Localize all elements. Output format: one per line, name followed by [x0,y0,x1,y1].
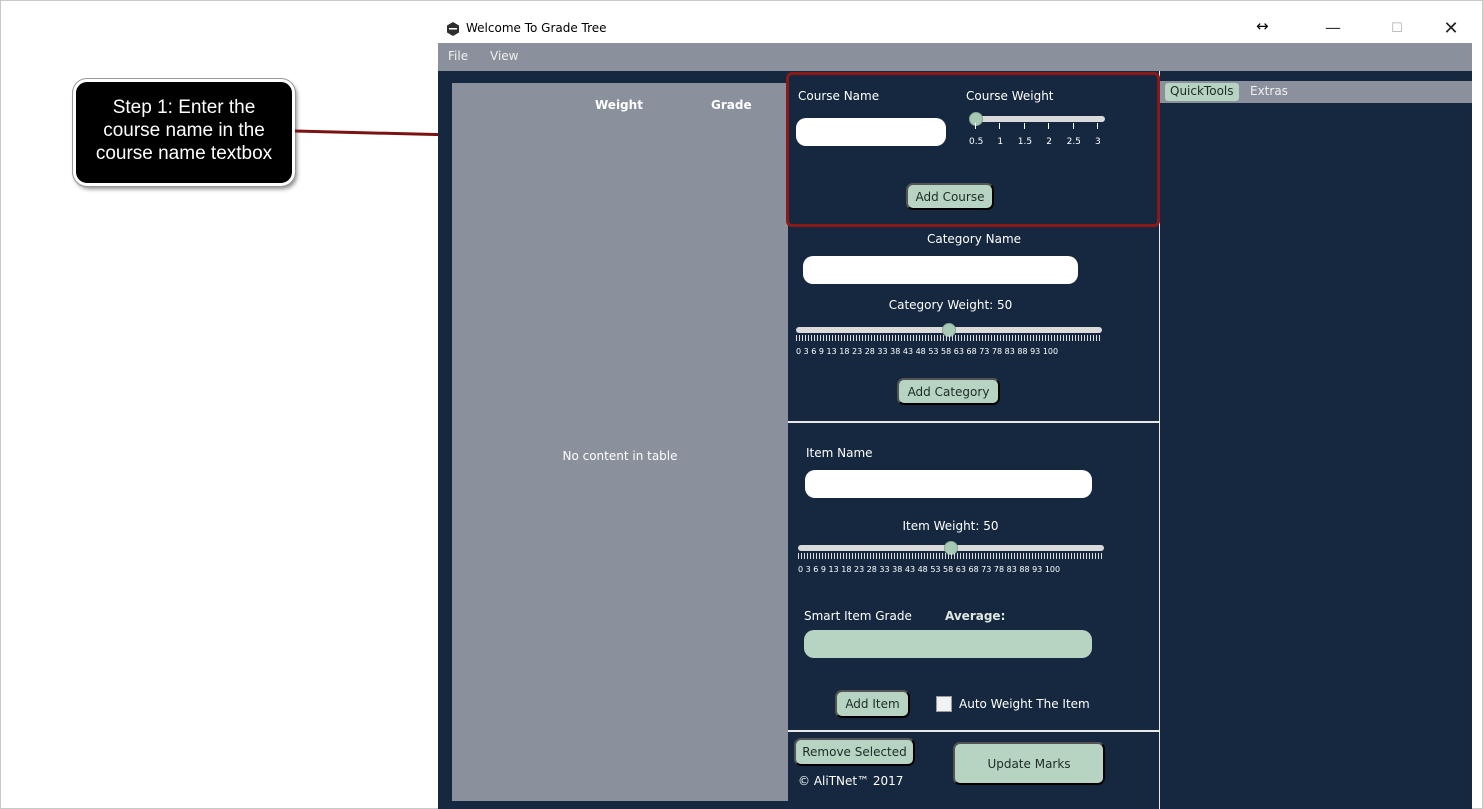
add-category-button[interactable]: Add Category [897,378,1000,405]
footer-panel: Remove Selected Update Marks © AliTNet™ … [788,732,1160,809]
item-name-label: Item Name [806,446,873,460]
item-weight-ticks [798,553,1104,559]
screenshot: Step 1: Enter the course name in the cou… [0,0,1483,809]
item-weight-tick-labels: 0 3 6 9 13 18 23 28 33 38 43 48 53 58 63… [798,565,1061,574]
update-marks-button[interactable]: Update Marks [953,742,1105,785]
auto-weight-checkbox[interactable] [936,696,952,712]
add-item-button[interactable]: Add Item [835,690,910,718]
category-weight-ticks [796,335,1102,341]
auto-weight-label: Auto Weight The Item [959,697,1090,711]
tab-quicktools[interactable]: QuickTools [1165,83,1239,101]
window-title: Welcome To Grade Tree [466,21,607,35]
callout-line-3: course name textbox [95,143,273,164]
column-grade[interactable]: Grade [711,98,752,112]
column-weight[interactable]: Weight [595,98,643,112]
app-logo-icon [447,22,459,36]
highlight-box [786,72,1160,227]
category-name-input[interactable] [803,256,1078,284]
category-weight-label: Category Weight: 50 [888,298,1013,312]
minimize-button[interactable]: — [1316,15,1350,43]
item-weight-label: Item Weight: 50 [902,519,999,533]
item-name-input[interactable] [805,470,1092,498]
category-name-label: Category Name [926,232,1022,246]
remove-selected-button[interactable]: Remove Selected [794,738,915,766]
close-button[interactable]: ✕ [1434,15,1468,43]
step-callout: Step 1: Enter the course name in the cou… [72,78,296,187]
grades-table[interactable]: Weight Grade No content in table [452,83,788,801]
category-weight-tick-labels: 0 3 6 9 13 18 23 28 33 38 43 48 53 58 63… [796,347,1059,356]
menu-file[interactable]: File [448,49,468,63]
app-window: Welcome To Grade Tree ↔ — ☐ ✕ File View … [438,15,1472,809]
maximize-button[interactable]: ☐ [1380,15,1414,43]
tools-tab-bar: QuickTools Extras [1160,81,1472,103]
category-panel: Category Name Category Weight: 50 0 3 6 … [788,226,1160,422]
resize-icon[interactable]: ↔ [1256,17,1269,35]
callout-line-2: course name in the [103,120,265,141]
copyright-text: © AliTNet™ 2017 [798,774,904,788]
title-bar: Welcome To Grade Tree ↔ — ☐ ✕ [438,15,1472,43]
empty-table-message: No content in table [562,449,678,463]
tab-extras[interactable]: Extras [1245,83,1293,101]
smart-item-grade-label: Smart Item Grade [804,609,912,623]
menu-view[interactable]: View [490,49,518,63]
item-panel: Item Name Item Weight: 50 0 3 6 9 13 18 … [788,423,1160,730]
smart-item-grade-input[interactable] [804,630,1092,658]
callout-line-1: Step 1: Enter the [112,97,256,118]
average-label: Average: [945,609,1006,623]
menu-bar: File View [438,43,1472,71]
